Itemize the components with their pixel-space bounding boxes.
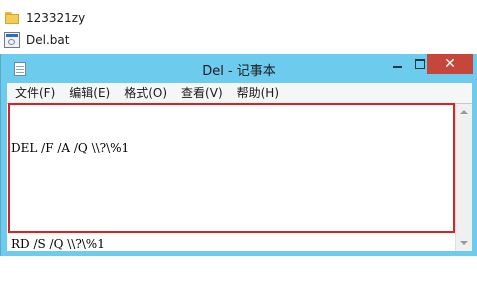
menu-format[interactable]: 格式(O) xyxy=(117,83,174,103)
minimize-icon xyxy=(392,66,402,68)
menu-view[interactable]: 查看(V) xyxy=(174,83,230,103)
menu-bar: 文件(F) 编辑(E) 格式(O) 查看(V) 帮助(H) xyxy=(7,83,472,103)
editor-text[interactable]: DEL /F /A /Q \\?\%1 RD /S /Q \\?\%1 xyxy=(11,108,454,284)
vertical-scrollbar[interactable] xyxy=(455,104,472,251)
bat-file-label: Del.bat xyxy=(26,33,70,47)
text-editor[interactable]: DEL /F /A /Q \\?\%1 RD /S /Q \\?\%1 xyxy=(7,103,472,251)
close-button[interactable]: ✕ xyxy=(427,54,473,74)
bat-file-icon xyxy=(4,32,20,48)
editor-line: RD /S /Q \\?\%1 xyxy=(11,237,105,251)
title-bar[interactable]: Del - 记事本 ✕ xyxy=(1,54,477,83)
menu-help[interactable]: 帮助(H) xyxy=(230,83,286,103)
explorer-item-folder[interactable]: 123321zy xyxy=(0,8,477,28)
scroll-up-icon[interactable] xyxy=(460,110,468,114)
maximize-icon xyxy=(415,59,425,69)
folder-label: 123321zy xyxy=(26,11,86,25)
scroll-down-icon[interactable] xyxy=(460,241,468,245)
notepad-window: Del - 记事本 ✕ 文件(F) 编辑(E) 格式(O) 查看(V) 帮助(H… xyxy=(0,54,477,256)
folder-icon xyxy=(4,10,20,26)
editor-line: DEL /F /A /Q \\?\%1 xyxy=(11,141,130,155)
menu-file[interactable]: 文件(F) xyxy=(7,83,62,103)
explorer-item-bat[interactable]: Del.bat xyxy=(0,30,477,50)
close-icon: ✕ xyxy=(444,56,456,72)
menu-edit[interactable]: 编辑(E) xyxy=(62,83,117,103)
